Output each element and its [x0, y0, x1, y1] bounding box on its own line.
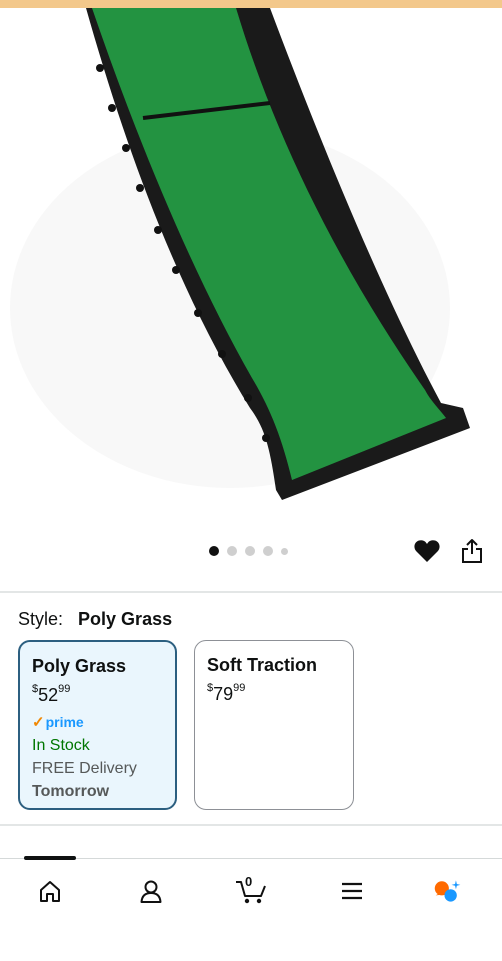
heart-icon[interactable] — [414, 539, 440, 563]
option-price: $5299 — [32, 683, 163, 707]
prime-badge: ✓ prime — [32, 713, 163, 731]
home-icon[interactable] — [35, 876, 65, 906]
style-selected-value: Poly Grass — [78, 609, 173, 629]
stock-status: In Stock — [32, 737, 90, 754]
price-fraction: 99 — [233, 682, 246, 694]
cart-icon[interactable]: 0 — [234, 874, 270, 906]
product-image[interactable] — [0, 8, 502, 528]
prime-check-icon: ✓ — [32, 714, 45, 731]
price-currency: $ — [32, 683, 39, 695]
option-price: $7999 — [207, 682, 341, 706]
carousel-dot[interactable] — [245, 546, 255, 556]
menu-icon[interactable] — [337, 876, 367, 906]
section-divider — [0, 824, 502, 826]
account-icon[interactable] — [136, 876, 166, 906]
price-whole: 52 — [38, 685, 59, 705]
share-icon[interactable] — [460, 538, 484, 564]
delivery-date: Tomorrow — [32, 783, 110, 800]
cart-count-badge: 0 — [245, 874, 253, 889]
prime-text: prime — [45, 714, 84, 730]
style-selector-label: Style: Poly Grass — [18, 609, 172, 630]
option-name: Poly Grass — [32, 656, 127, 676]
price-currency: $ — [207, 682, 214, 694]
style-option-soft-traction[interactable]: Soft Traction $7999 — [194, 640, 354, 810]
carousel-dot-active[interactable] — [209, 546, 219, 556]
carousel-dot[interactable] — [227, 546, 237, 556]
price-whole: 79 — [213, 684, 234, 704]
image-carousel-dots[interactable] — [209, 546, 288, 556]
grass-ramp-illustration — [10, 8, 470, 500]
delivery-text: FREE Delivery — [32, 760, 137, 777]
carousel-dot[interactable] — [263, 546, 273, 556]
carousel-dot[interactable] — [281, 547, 288, 555]
active-tab-indicator — [24, 856, 76, 860]
rufus-icon[interactable] — [433, 876, 463, 906]
section-divider — [0, 591, 502, 593]
top-accent-bar — [0, 0, 502, 8]
style-label: Style: — [18, 609, 64, 629]
price-fraction: 99 — [58, 683, 71, 695]
style-option-poly-grass[interactable]: Poly Grass $5299 ✓ prime In Stock FREE D… — [18, 640, 177, 810]
option-name: Soft Traction — [207, 655, 318, 675]
